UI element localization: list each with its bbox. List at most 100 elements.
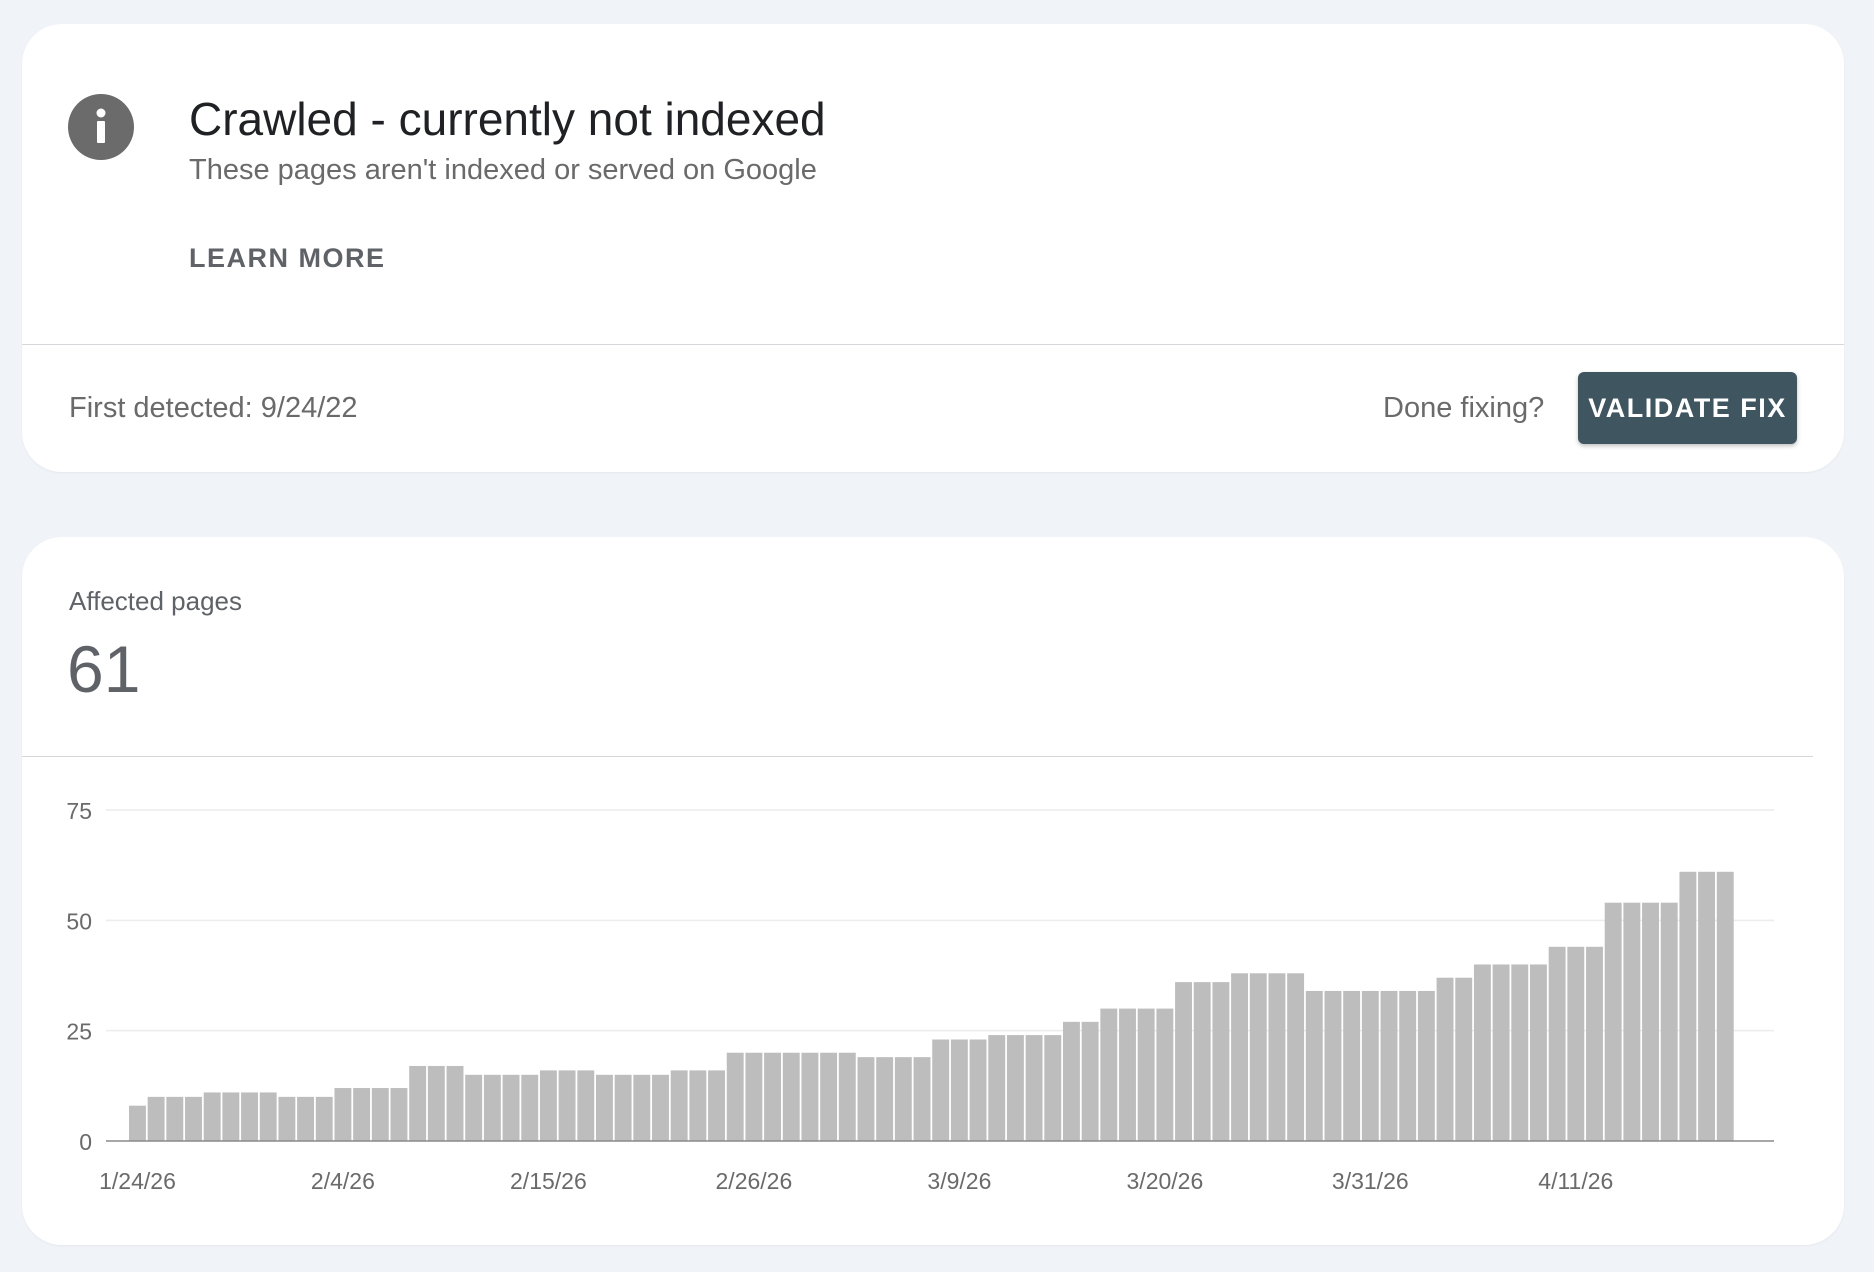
chart-bar[interactable]: [969, 1039, 987, 1141]
chart-bar[interactable]: [353, 1088, 371, 1141]
chart-bar[interactable]: [913, 1057, 931, 1141]
x-tick-label: 4/11/26: [1538, 1168, 1613, 1194]
chart-bar[interactable]: [1044, 1035, 1062, 1141]
issue-subtitle: These pages aren't indexed or served on …: [189, 154, 817, 186]
x-tick-label: 3/31/26: [1332, 1168, 1409, 1194]
chart-bar[interactable]: [446, 1065, 464, 1141]
chart-bar[interactable]: [558, 1070, 576, 1141]
affected-pages-card: Affected pages 61 0 25 50 75 1/24/26 2/4/26 2/…: [22, 537, 1844, 1245]
chart-bar[interactable]: [1287, 973, 1305, 1141]
chart-bar[interactable]: [1417, 990, 1435, 1141]
chart-bar[interactable]: [147, 1096, 165, 1141]
chart-bar[interactable]: [1660, 902, 1678, 1141]
chart-bar[interactable]: [278, 1096, 296, 1141]
chart-bar[interactable]: [409, 1065, 427, 1141]
chart-bar[interactable]: [1212, 982, 1230, 1141]
chart-bar[interactable]: [764, 1052, 782, 1141]
chart-bar[interactable]: [315, 1096, 333, 1141]
chart-bar[interactable]: [483, 1074, 501, 1141]
chart-bar[interactable]: [539, 1070, 557, 1141]
chart-bar[interactable]: [689, 1070, 707, 1141]
chart-bar[interactable]: [838, 1052, 856, 1141]
affected-pages-chart: 0 25 50 75 1/24/26 2/4/26 2/15/26 2/26/26 3/9/26…: [66, 798, 1774, 1194]
chart-bar[interactable]: [1063, 1021, 1080, 1141]
chart-bar[interactable]: [652, 1074, 669, 1141]
chart-bar[interactable]: [708, 1070, 725, 1141]
chart-bar[interactable]: [1193, 982, 1211, 1141]
chart-bar[interactable]: [1361, 990, 1379, 1141]
chart-bar[interactable]: [932, 1039, 950, 1141]
chart-bar[interactable]: [1081, 1021, 1099, 1141]
chart-bar[interactable]: [241, 1092, 258, 1141]
chart-bar[interactable]: [820, 1052, 838, 1141]
chart-bar[interactable]: [1249, 973, 1267, 1141]
chart-bar[interactable]: [988, 1035, 1006, 1141]
validate-fix-button[interactable]: VALIDATE FIX: [1578, 372, 1797, 444]
chart-bar[interactable]: [166, 1096, 184, 1141]
chart-bar[interactable]: [1511, 964, 1529, 1141]
chart-bar[interactable]: [203, 1092, 221, 1141]
chart-bar[interactable]: [427, 1065, 445, 1141]
chart-bar[interactable]: [1455, 977, 1473, 1141]
chart-bar[interactable]: [1567, 946, 1585, 1141]
chart-bar[interactable]: [1679, 871, 1697, 1141]
chart-bar[interactable]: [1119, 1008, 1136, 1141]
chart-bar[interactable]: [334, 1088, 352, 1141]
chart-bar[interactable]: [950, 1039, 968, 1141]
chart-bar[interactable]: [726, 1052, 744, 1141]
chart-bar[interactable]: [1025, 1035, 1043, 1141]
first-detected-text: First detected: 9/24/22: [69, 392, 358, 424]
chart-bar[interactable]: [222, 1092, 240, 1141]
chart-bar[interactable]: [857, 1057, 875, 1141]
chart-bar[interactable]: [1604, 902, 1622, 1141]
chart-bar[interactable]: [1530, 964, 1547, 1141]
x-tick-label: 2/15/26: [510, 1168, 587, 1194]
learn-more-link[interactable]: LEARN MORE: [189, 243, 386, 274]
chart-bar[interactable]: [1716, 871, 1734, 1141]
chart-bar[interactable]: [185, 1096, 202, 1141]
chart-bar[interactable]: [1473, 964, 1491, 1141]
chart-bar[interactable]: [1156, 1008, 1174, 1141]
chart-bar[interactable]: [1324, 990, 1342, 1141]
chart-bar[interactable]: [633, 1074, 651, 1141]
x-tick-label: 2/26/26: [716, 1168, 793, 1194]
x-tick-label: 2/4/26: [311, 1168, 375, 1194]
chart-bar[interactable]: [1231, 973, 1249, 1141]
chart-bar[interactable]: [801, 1052, 819, 1141]
chart-bar[interactable]: [577, 1070, 595, 1141]
chart-bar[interactable]: [1436, 977, 1454, 1141]
chart-bar[interactable]: [596, 1074, 613, 1141]
y-tick-label: 50: [66, 908, 92, 934]
chart-bar[interactable]: [1268, 973, 1286, 1141]
chart-bar[interactable]: [1698, 871, 1716, 1141]
chart-bar[interactable]: [521, 1074, 539, 1141]
chart-bar[interactable]: [1642, 902, 1659, 1141]
chart-bar[interactable]: [1548, 946, 1566, 1141]
chart-bar[interactable]: [1343, 990, 1361, 1141]
issue-title: Crawled - currently not indexed: [189, 93, 826, 145]
chart-bar[interactable]: [502, 1074, 520, 1141]
issue-card: Crawled - currently not indexed These pa…: [22, 24, 1844, 472]
chart-bar[interactable]: [1399, 990, 1417, 1141]
chart-bar[interactable]: [670, 1070, 688, 1141]
chart-bar[interactable]: [782, 1052, 800, 1141]
chart-bar[interactable]: [894, 1057, 912, 1141]
chart-bar[interactable]: [1623, 902, 1641, 1141]
chart-bar[interactable]: [1492, 964, 1510, 1141]
chart-bar[interactable]: [745, 1052, 763, 1141]
chart-bar[interactable]: [1586, 946, 1603, 1141]
chart-bar[interactable]: [465, 1074, 483, 1141]
chart-bar[interactable]: [1175, 982, 1192, 1141]
chart-bar[interactable]: [390, 1088, 408, 1141]
chart-bar[interactable]: [297, 1096, 315, 1141]
chart-bar[interactable]: [129, 1105, 146, 1141]
chart-bar[interactable]: [371, 1088, 389, 1141]
chart-bar[interactable]: [1380, 990, 1398, 1141]
chart-bar[interactable]: [614, 1074, 632, 1141]
chart-bar[interactable]: [1305, 990, 1323, 1141]
chart-bar[interactable]: [259, 1092, 277, 1141]
chart-bar[interactable]: [1137, 1008, 1155, 1141]
chart-bar[interactable]: [1006, 1035, 1024, 1141]
chart-bar[interactable]: [876, 1057, 894, 1141]
chart-bar[interactable]: [1100, 1008, 1118, 1141]
